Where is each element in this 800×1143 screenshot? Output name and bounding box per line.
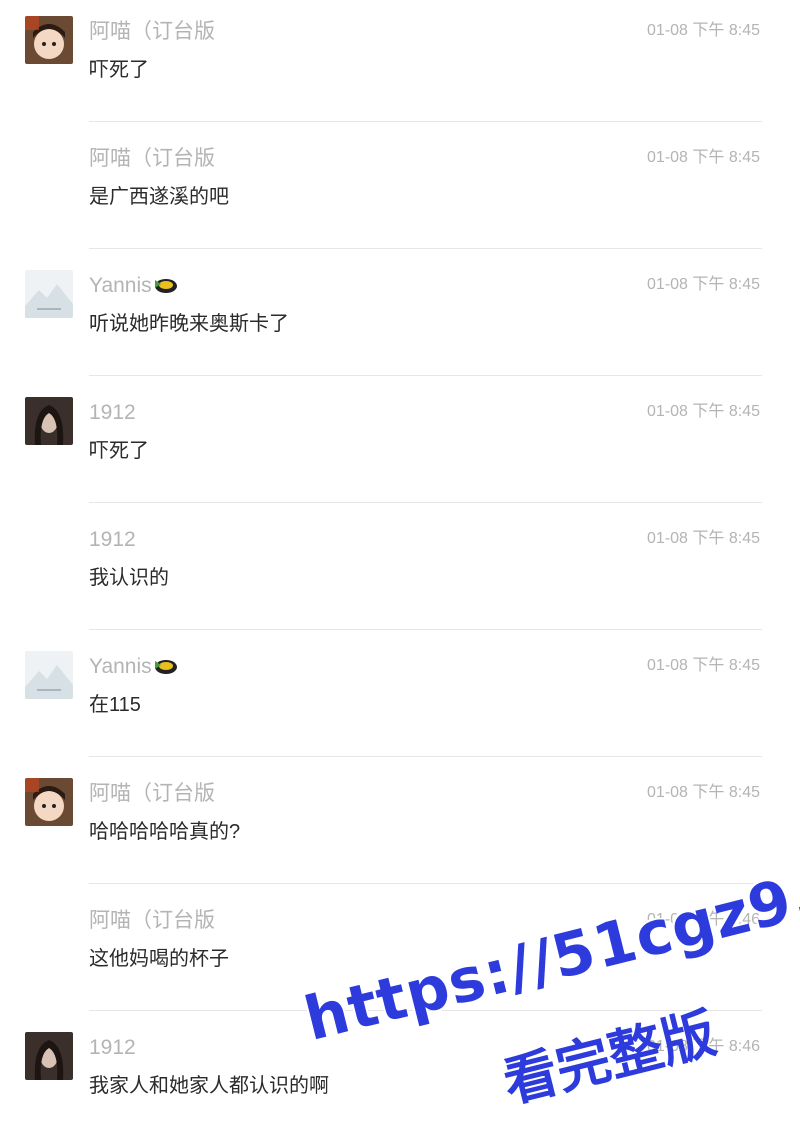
- avatar[interactable]: [25, 270, 73, 318]
- divider: [89, 502, 762, 503]
- avatar[interactable]: [25, 778, 73, 826]
- message-time: 01-08 下午 8:45: [647, 530, 760, 547]
- message-time: 01-08 下午 8:46: [647, 1038, 760, 1055]
- vip-badge-icon: [153, 656, 179, 684]
- avatar[interactable]: [25, 397, 73, 445]
- message-text: 是广西遂溪的吧: [89, 186, 229, 208]
- avatar[interactable]: [25, 1032, 73, 1080]
- message-time: 01-08 下午 8:45: [647, 657, 760, 674]
- sender-name[interactable]: 1912: [89, 1034, 136, 1062]
- message-time: 01-08 下午 8:45: [647, 149, 760, 166]
- divider: [89, 1010, 762, 1011]
- chat-message: 1912 01-08 下午 8:45 吓死了: [0, 381, 800, 508]
- divider: [89, 883, 762, 884]
- chat-message: 1912 01-08 下午 8:46 我家人和她家人都认识的啊: [0, 1016, 800, 1143]
- message-text: 吓死了: [89, 440, 149, 462]
- message-text: 这他妈喝的杯子: [89, 948, 229, 970]
- sender-name[interactable]: 1912: [89, 399, 136, 427]
- chat-message: 阿喵（订台版 01-08 下午 8:46 这他妈喝的杯子: [0, 889, 800, 1016]
- chat-message-list: 阿喵（订台版 01-08 下午 8:45 吓死了 阿喵（订台版 01-08 下午…: [0, 0, 800, 1143]
- chat-message: 阿喵（订台版 01-08 下午 8:45 吓死了: [0, 0, 800, 127]
- message-time: 01-08 下午 8:45: [647, 784, 760, 801]
- message-text: 我家人和她家人都认识的啊: [89, 1075, 329, 1097]
- message-text: 我认识的: [89, 567, 169, 589]
- sender-name[interactable]: 阿喵（订台版: [89, 145, 215, 173]
- divider: [89, 248, 762, 249]
- chat-message: 阿喵（订台版 01-08 下午 8:45 是广西遂溪的吧: [0, 127, 800, 254]
- sender-name[interactable]: 阿喵（订台版: [89, 18, 215, 46]
- avatar[interactable]: [25, 16, 73, 64]
- avatar[interactable]: [25, 651, 73, 699]
- message-text: 听说她昨晚来奥斯卡了: [89, 313, 289, 335]
- sender-name[interactable]: Yannis: [89, 272, 179, 303]
- vip-badge-icon: [153, 275, 179, 303]
- chat-message: Yannis 01-08 下午 8:45 听说她昨晚来奥斯卡了: [0, 254, 800, 381]
- sender-name[interactable]: 阿喵（订台版: [89, 780, 215, 808]
- message-time: 01-08 下午 8:45: [647, 403, 760, 420]
- sender-name[interactable]: 1912: [89, 526, 136, 554]
- divider: [89, 121, 762, 122]
- sender-name[interactable]: Yannis: [89, 653, 179, 684]
- message-text: 吓死了: [89, 59, 149, 81]
- message-time: 01-08 下午 8:45: [647, 276, 760, 293]
- message-time: 01-08 下午 8:46: [647, 911, 760, 928]
- divider: [89, 375, 762, 376]
- chat-message: 阿喵（订台版 01-08 下午 8:45 哈哈哈哈哈真的?: [0, 762, 800, 889]
- message-text: 哈哈哈哈哈真的?: [89, 821, 241, 843]
- message-time: 01-08 下午 8:45: [647, 22, 760, 39]
- message-text: 在115: [89, 694, 141, 716]
- divider: [89, 629, 762, 630]
- sender-name[interactable]: 阿喵（订台版: [89, 907, 215, 935]
- chat-message: 1912 01-08 下午 8:45 我认识的: [0, 508, 800, 635]
- divider: [89, 756, 762, 757]
- chat-message: Yannis 01-08 下午 8:45 在115: [0, 635, 800, 762]
